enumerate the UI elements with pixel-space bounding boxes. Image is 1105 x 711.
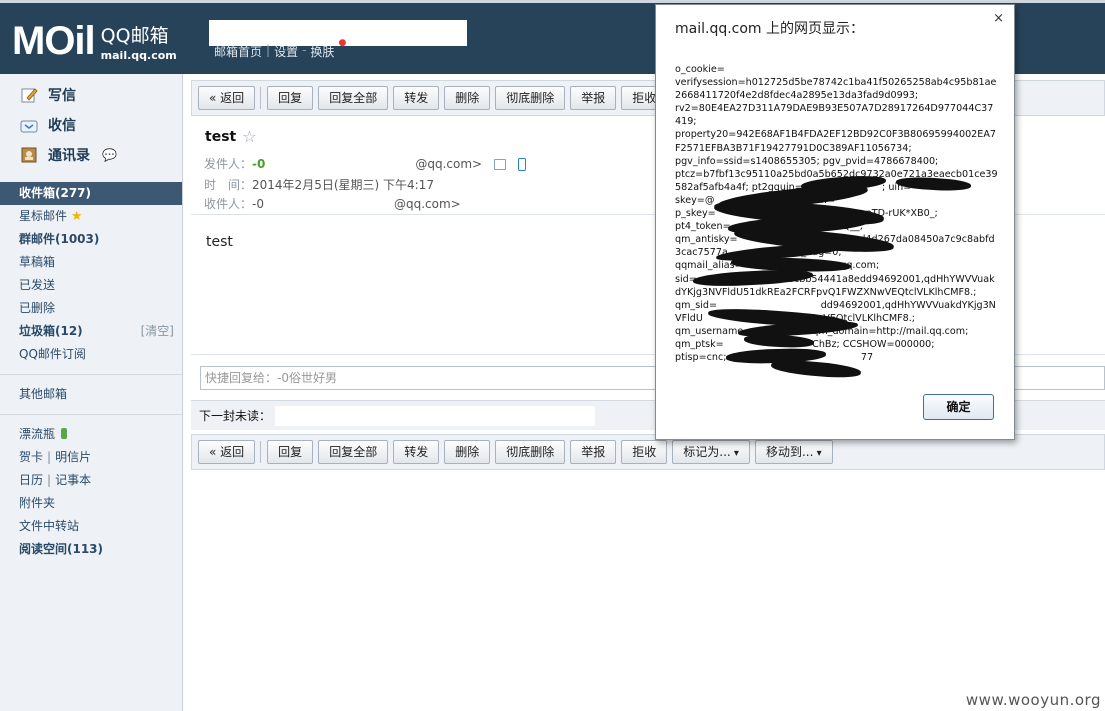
divider	[0, 374, 182, 375]
skin-link[interactable]: 换肤	[310, 43, 334, 60]
time-line: 时 间：2014年2月5日(星期三) 下午4:17	[204, 178, 434, 192]
folder-subscriptions[interactable]: QQ邮件订阅	[0, 343, 182, 366]
star-icon: ★	[70, 209, 83, 224]
qq-mail-logo[interactable]: MOil QQ邮箱 mail.qq.com	[12, 21, 177, 61]
compose-button[interactable]: 写信	[0, 80, 182, 110]
sidebar: 写信 收信 通讯录 💬 收件箱(277) 星标邮件 ★ 群邮件(1003) 草稿…	[0, 74, 183, 711]
logo-title: QQ邮箱	[100, 25, 169, 47]
delete-button[interactable]: 删除	[444, 440, 491, 464]
report-button[interactable]: 举报	[570, 86, 617, 110]
greeting-card-link[interactable]: 贺卡	[19, 450, 43, 464]
mail-time: 2014年2月5日(星期三) 下午4:17	[252, 178, 434, 192]
settings-link[interactable]: 设置	[274, 43, 298, 60]
attachments-folder[interactable]: 附件夹	[0, 492, 182, 515]
sender-name[interactable]: -0	[252, 157, 265, 171]
header-links: 邮箱首页 | 设置 - 换肤 ●	[214, 38, 347, 60]
mail-subject: test ☆	[205, 127, 257, 146]
folder-starred[interactable]: 星标邮件 ★	[0, 205, 182, 228]
logo-domain: mail.qq.com	[100, 49, 177, 62]
mailbox-home-link[interactable]: 邮箱首页	[214, 43, 262, 60]
mark-as-dropdown[interactable]: 标记为...	[672, 440, 750, 464]
delete-forever-button[interactable]: 彻底删除	[495, 86, 566, 110]
folder-deleted[interactable]: 已删除	[0, 297, 182, 320]
logo-mark: MOil	[12, 19, 96, 63]
reply-button[interactable]: 回复	[267, 86, 314, 110]
folder-sent[interactable]: 已发送	[0, 274, 182, 297]
close-icon[interactable]: ×	[993, 11, 1004, 26]
recipient-line: 收件人：-0 @qq.com>	[204, 197, 461, 212]
folder-inbox[interactable]: 收件箱(277)	[0, 182, 182, 205]
watermark: www.wooyun.org	[965, 691, 1101, 709]
reply-all-button[interactable]: 回复全部	[318, 86, 389, 110]
compose-icon	[20, 86, 38, 104]
back-button[interactable]: « 返回	[198, 86, 256, 110]
mobile-phone-icon[interactable]	[517, 158, 526, 171]
notes-link[interactable]: 记事本	[55, 473, 91, 487]
back-button[interactable]: « 返回	[198, 440, 256, 464]
chat-bubble-icon: 💬	[102, 148, 117, 162]
primary-nav: 写信 收信 通讯录 💬	[0, 74, 182, 170]
contacts-icon	[20, 146, 38, 164]
next-unread-link[interactable]	[275, 405, 596, 426]
reply-button[interactable]: 回复	[267, 440, 314, 464]
delete-button[interactable]: 删除	[444, 86, 491, 110]
cards-row: 贺卡 | 明信片	[19, 450, 92, 464]
app-root: MOil QQ邮箱 mail.qq.com 邮箱首页 | 设置 - 换肤 ● 写…	[0, 0, 1105, 711]
calendar-link[interactable]: 日历	[19, 473, 43, 487]
dialog-title: mail.qq.com 上的网页显示：	[675, 21, 865, 37]
contact-card-icon[interactable]	[493, 159, 506, 170]
other-mailboxes[interactable]: 其他邮箱	[0, 383, 182, 406]
forward-button[interactable]: 转发	[393, 86, 440, 110]
calendar-row: 日历 | 记事本	[19, 473, 92, 487]
reply-all-button[interactable]: 回复全部	[318, 440, 389, 464]
inbox-button[interactable]: 收信	[0, 110, 182, 140]
inbox-icon	[20, 116, 38, 134]
postcard-link[interactable]: 明信片	[55, 450, 91, 464]
bottle-icon	[61, 428, 68, 439]
new-dot-icon: ●	[338, 38, 347, 48]
recipient-name[interactable]: -0	[252, 197, 264, 211]
star-outline-icon[interactable]: ☆	[242, 127, 256, 146]
reading-space[interactable]: 阅读空间(113)	[0, 538, 182, 561]
drift-bottle[interactable]: 漂流瓶	[0, 423, 182, 446]
divider	[0, 414, 182, 415]
folder-list: 收件箱(277) 星标邮件 ★ 群邮件(1003) 草稿箱 已发送 已删除 垃圾…	[0, 182, 182, 561]
file-transfer[interactable]: 文件中转站	[0, 515, 182, 538]
contacts-button[interactable]: 通讯录 💬	[0, 140, 182, 170]
ok-button[interactable]: 确定	[923, 394, 994, 420]
folder-drafts[interactable]: 草稿箱	[0, 251, 182, 274]
empty-spam-link[interactable]: [清空]	[141, 320, 174, 343]
report-button[interactable]: 举报	[570, 440, 617, 464]
forward-button[interactable]: 转发	[393, 440, 440, 464]
delete-forever-button[interactable]: 彻底删除	[495, 440, 566, 464]
folder-group-mail[interactable]: 群邮件(1003)	[0, 228, 182, 251]
folder-spam[interactable]: 垃圾箱(12) [清空]	[0, 320, 182, 343]
mail-body: test	[206, 234, 233, 250]
move-to-dropdown[interactable]: 移动到...	[754, 440, 833, 464]
reject-button[interactable]: 拒收	[621, 440, 668, 464]
alert-dialog: mail.qq.com 上的网页显示： × o_cookie= verifyse…	[655, 4, 1015, 440]
sender-line: 发件人：-0 @qq.com>	[204, 155, 526, 172]
